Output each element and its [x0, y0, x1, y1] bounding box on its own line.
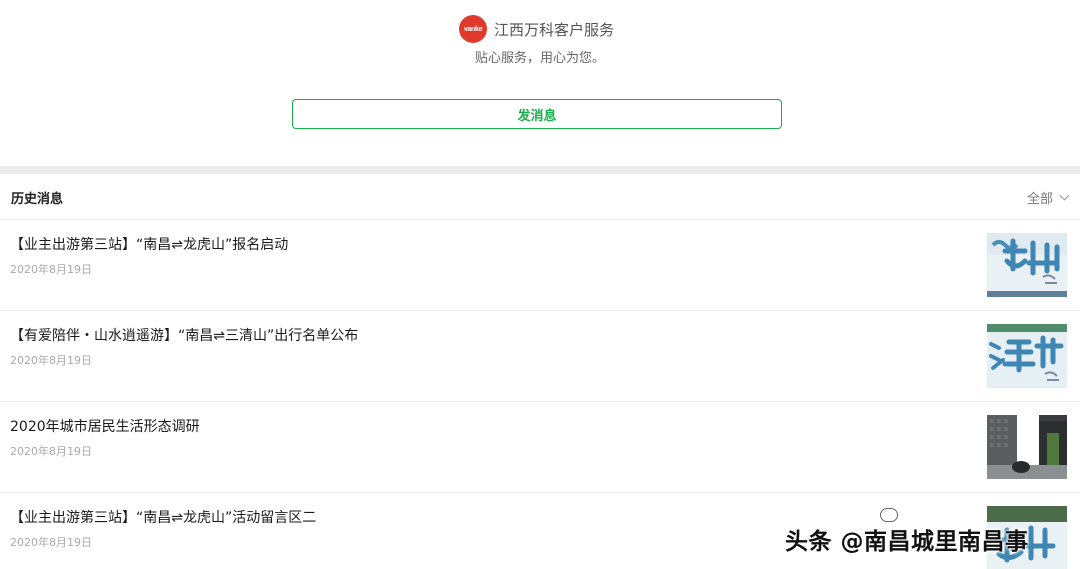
send-message-button[interactable]: 发消息	[292, 99, 782, 129]
history-filter-dropdown[interactable]: 全部	[1026, 188, 1070, 207]
chevron-down-icon	[1059, 190, 1070, 201]
article-title[interactable]: 【业主出游第三站】“南昌⇌龙虎山”活动留言区二	[10, 507, 316, 527]
longhushan-poster-thumbnail[interactable]	[987, 233, 1067, 297]
article-title[interactable]: 【业主出游第三站】“南昌⇌龙虎山”报名启动	[10, 234, 288, 254]
article-date: 2020年8月19日	[10, 354, 92, 367]
watermark-text: 头条 @南昌城里南昌事	[785, 529, 1029, 555]
account-brand: vanke 江西万科客户服务	[459, 14, 614, 44]
article-title[interactable]: 【有爱陪伴・山水逍遥游】“南昌⇌三清山”出行名单公布	[10, 325, 358, 345]
history-header: 历史消息 全部	[0, 174, 1080, 220]
article-item[interactable]: 【业主出游第三站】“南昌⇌龙虎山”报名启动 2020年8月19日	[0, 220, 1080, 311]
article-date: 2020年8月19日	[10, 445, 92, 458]
vanke-logo-icon: vanke	[459, 15, 487, 43]
sanqingshan-poster-thumbnail[interactable]	[987, 324, 1067, 388]
history-filter-label: 全部	[1026, 192, 1053, 207]
wechat-icon	[880, 508, 898, 522]
article-item[interactable]: 2020年城市居民生活形态调研 2020年8月19日	[0, 402, 1080, 493]
history-title: 历史消息	[11, 192, 64, 207]
article-item[interactable]: 【有爱陪伴・山水逍遥游】“南昌⇌三清山”出行名单公布 2020年8月19日	[0, 311, 1080, 402]
article-date: 2020年8月19日	[10, 536, 92, 549]
section-divider	[0, 166, 1080, 174]
account-header: vanke 江西万科客户服务 贴心服务，用心为您。 发消息	[0, 0, 1080, 166]
article-title[interactable]: 2020年城市居民生活形态调研	[10, 416, 200, 436]
account-slogan: 贴心服务，用心为您。	[474, 51, 605, 66]
account-name[interactable]: 江西万科客户服务	[494, 19, 614, 40]
courtyard-photo-thumbnail[interactable]	[987, 415, 1067, 479]
article-date: 2020年8月19日	[10, 263, 92, 276]
